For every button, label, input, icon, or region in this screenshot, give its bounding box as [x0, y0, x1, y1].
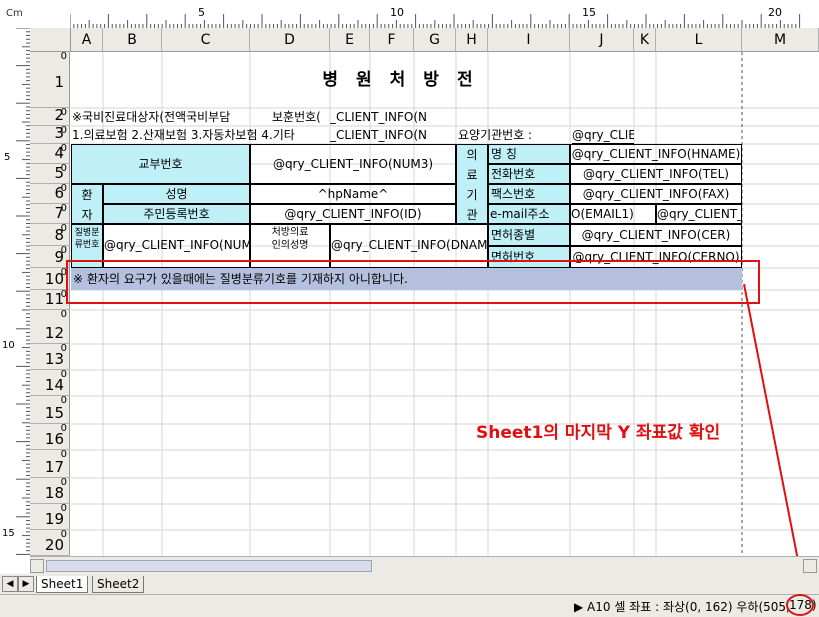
status-bar: ▶ A10 셀 좌표 : 좌상(0, 162) 우하(505, 178)	[0, 594, 819, 617]
prev-sheet-icon[interactable]: ◀	[2, 576, 18, 592]
annotation-arrow	[743, 283, 808, 590]
scroll-left-button[interactable]	[30, 559, 44, 573]
scroll-right-button[interactable]	[803, 559, 817, 573]
sheet-tab-bar: ◀ ▶ Sheet1 Sheet2	[0, 574, 819, 594]
y-value-circle	[786, 594, 814, 616]
cell-coordinate-status: ▶ A10 셀 좌표 : 좌상(0, 162) 우하(505,	[574, 600, 790, 614]
sheet-tab-1[interactable]: Sheet1	[36, 576, 89, 593]
sheet-tab-2[interactable]: Sheet2	[92, 576, 145, 593]
scroll-thumb[interactable]	[46, 560, 372, 572]
next-sheet-icon[interactable]: ▶	[18, 576, 34, 592]
horizontal-scrollbar[interactable]	[30, 556, 819, 575]
